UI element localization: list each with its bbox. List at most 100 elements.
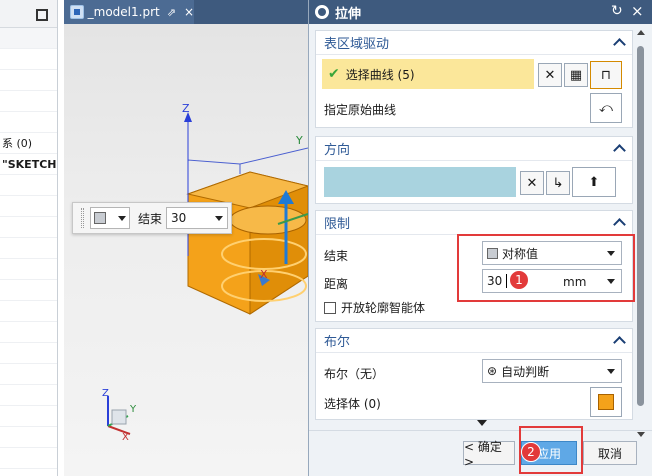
mini-axis-label-y: Y [130,404,137,415]
end-floating-toolbar: 结束 30 [72,202,232,234]
navigator-header [0,0,57,28]
navigator-row[interactable] [0,385,57,406]
cancel-button[interactable]: 取消 [583,441,637,465]
close-tab-icon[interactable]: × [184,5,194,19]
boolean-auto-icon: ⊛ [487,364,498,378]
section-group: 表区域驱动 ✔ 选择曲线 (5) ✕ ▦ ⊓ 指定原始曲线 ⤺ [315,30,633,128]
infer-vector-icon[interactable]: ⬆ [572,167,616,197]
curve-select-icon[interactable]: ⊓ [590,61,622,89]
reset-icon[interactable]: ↻ [611,3,623,19]
dialog-title: 拉伸 [335,6,362,22]
navigator-row[interactable] [0,175,57,196]
boolean-title: 布尔 [324,335,351,350]
open-profile-checkbox[interactable] [324,301,336,314]
graphics-viewport[interactable]: Z Y X Z Y X [64,24,308,476]
direction-header[interactable]: 方向 [316,137,632,161]
navigator-row[interactable]: 系 (0) [0,133,57,154]
collapse-icon[interactable] [613,144,626,157]
end-label: 结束 [138,211,163,226]
navigator-row[interactable] [0,49,57,70]
drag-handle-icon[interactable] [81,208,84,228]
boolean-header[interactable]: 布尔 [316,329,632,353]
direction-vector-field[interactable] [324,167,516,197]
navigator-row[interactable] [0,364,57,385]
distance-label: 距离 [324,277,349,291]
extrude-dialog: 拉伸 ↻ × 表区域驱动 ✔ 选择曲线 (5) ✕ ▦ ⊓ 指定原始曲线 ⤺ 方… [308,0,652,476]
navigator-tree: 系 (0) "SKETCH [0,28,57,469]
sketch-icon[interactable]: ▦ [564,63,588,87]
navigator-row[interactable] [0,28,57,49]
navigator-row[interactable] [0,238,57,259]
navigator-row[interactable] [0,322,57,343]
specify-origin-label: 指定原始曲线 [324,103,397,117]
part-file-icon [70,5,84,19]
value-cube-icon [94,212,106,224]
annotation-badge-2: 2 [521,442,541,462]
navigator-row[interactable] [0,217,57,238]
collapse-icon[interactable] [613,38,626,51]
maximize-icon[interactable] [36,9,48,21]
tab-model1[interactable]: _model1.prt ⇗ × [64,0,194,24]
close-icon[interactable]: × [631,2,644,20]
navigator-row[interactable] [0,70,57,91]
axis-label-y: Y [296,134,303,147]
section-header[interactable]: 表区域驱动 [316,31,632,55]
navigator-row[interactable] [0,196,57,217]
limits-header[interactable]: 限制 [316,211,632,235]
scroll-thumb[interactable] [637,46,644,406]
collapse-icon[interactable] [613,218,626,231]
limits-title: 限制 [324,217,351,232]
navigator-row[interactable] [0,91,57,112]
navigator-row[interactable] [0,448,57,469]
navigator-row[interactable] [0,259,57,280]
axis-label-z: Z [182,102,190,115]
navigator-row[interactable]: "SKETCH [0,154,57,175]
select-curve-label: 选择曲线 (5) [345,67,415,82]
end-value: 30 [171,211,187,225]
mini-cube [111,409,127,425]
navigator-row[interactable] [0,112,57,133]
pin-icon[interactable]: ⇗ [167,6,176,19]
navigator-row[interactable] [0,301,57,322]
axis-label-x: X [260,268,268,281]
end-type-dropdown[interactable] [90,207,130,229]
highlight-limits [457,234,635,302]
more-options-icon[interactable] [477,420,487,426]
boolean-value: 自动判断 [501,364,550,379]
scroll-up-icon[interactable] [637,30,645,35]
annotation-badge-1: 1 [509,270,529,290]
end-label: 结束 [324,249,349,263]
dialog-scrollbar[interactable] [635,28,647,437]
boolean-label: 布尔（无） [324,367,385,381]
chevron-down-icon [607,369,615,374]
collapse-icon[interactable] [613,336,626,349]
dialog-title-bar: 拉伸 ↻ × [309,0,652,24]
orange-cube-icon [598,394,614,410]
open-profile-row[interactable]: 开放轮廓智能体 [324,299,425,316]
document-tab-bar: _model1.prt ⇗ × [64,0,308,24]
chevron-down-icon [215,215,224,221]
tab-title: _model1.prt [87,5,160,19]
check-icon: ✔ [328,66,340,82]
vector-constructor-icon[interactable]: ↳ [546,171,570,195]
gear-icon[interactable] [315,5,329,19]
model-view [107,112,308,435]
ok-button[interactable]: < 确定 > [463,440,515,469]
mini-axis-label-x: X [122,432,129,443]
navigator-row[interactable] [0,427,57,448]
select-curve-row[interactable]: ✔ 选择曲线 (5) [322,59,534,89]
reverse-icon[interactable]: ✕ [538,63,562,87]
direction-group: 方向 ✕ ↳ ⬆ [315,136,633,204]
origin-curve-icon[interactable]: ⤺ [590,93,622,123]
open-profile-label: 开放轮廓智能体 [341,301,426,315]
navigator-row[interactable] [0,343,57,364]
navigator-row[interactable] [0,406,57,427]
direction-title: 方向 [324,143,351,158]
part-navigator: 系 (0) "SKETCH [0,0,58,476]
navigator-row[interactable] [0,280,57,301]
end-value-input[interactable]: 30 [166,207,229,229]
boolean-select[interactable]: ⊛ 自动判断 [482,359,622,383]
select-body-icon[interactable] [590,387,622,417]
chevron-down-icon [118,215,126,221]
reverse-direction-icon[interactable]: ✕ [520,171,544,195]
